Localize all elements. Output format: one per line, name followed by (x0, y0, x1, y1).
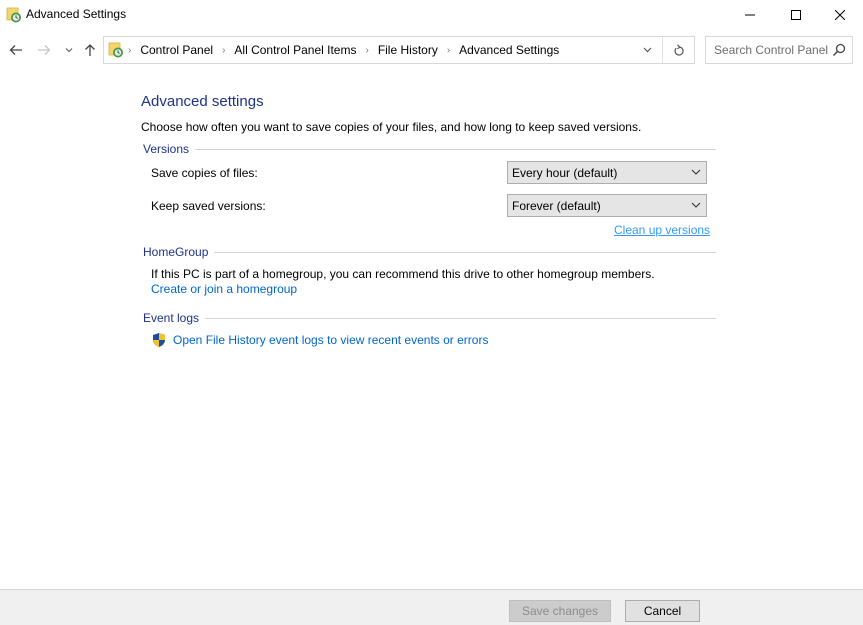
address-bar[interactable]: › Control Panel › All Control Panel Item… (103, 36, 695, 64)
homegroup-group-header: HomeGroup (143, 245, 716, 259)
address-history-button[interactable] (632, 37, 662, 63)
refresh-icon (673, 43, 684, 56)
shield-icon (153, 333, 165, 347)
chevron-right-icon[interactable]: › (222, 45, 225, 56)
save-copies-label: Save copies of files: (151, 166, 258, 180)
file-history-icon (108, 42, 123, 58)
forward-button[interactable] (34, 41, 54, 59)
minimize-icon (745, 14, 755, 16)
breadcrumb-advanced-settings[interactable]: Advanced Settings (459, 43, 559, 57)
keep-versions-value: Forever (default) (512, 199, 601, 213)
save-changes-button[interactable]: Save changes (509, 600, 611, 622)
chevron-down-icon (691, 169, 701, 175)
window-title: Advanced Settings (26, 7, 127, 21)
up-button[interactable] (80, 41, 100, 59)
maximize-icon (791, 10, 801, 20)
breadcrumb-all-control-panel-items[interactable]: All Control Panel Items (234, 43, 356, 57)
chevron-down-icon (691, 202, 701, 208)
close-icon (835, 10, 845, 20)
chevron-right-icon[interactable]: › (365, 45, 368, 56)
maximize-button[interactable] (773, 0, 819, 30)
page-description: Choose how often you want to save copies… (141, 120, 642, 134)
back-button[interactable] (6, 41, 26, 59)
title-bar: Advanced Settings (0, 0, 863, 30)
breadcrumb-control-panel[interactable]: Control Panel (140, 43, 213, 57)
event-logs-group-header: Event logs (143, 311, 716, 325)
clean-up-versions-link[interactable]: Clean up versions (614, 223, 710, 237)
arrow-left-icon (9, 45, 22, 55)
chevron-right-icon: › (128, 44, 132, 56)
breadcrumb: › Control Panel › All Control Panel Item… (128, 43, 568, 57)
file-history-icon (6, 7, 21, 23)
search-box[interactable] (705, 36, 853, 64)
page-title: Advanced settings (141, 93, 264, 110)
homegroup-description: If this PC is part of a homegroup, you c… (151, 267, 655, 281)
arrow-up-icon (85, 44, 95, 56)
event-logs-header-label: Event logs (143, 311, 200, 325)
save-copies-value: Every hour (default) (512, 166, 618, 180)
divider (195, 148, 716, 150)
button-bar: Save changes Cancel (0, 589, 863, 625)
divider (205, 317, 716, 319)
save-copies-dropdown[interactable]: Every hour (default) (507, 161, 707, 184)
arrow-right-icon (38, 45, 51, 55)
navigation-bar: › Control Panel › All Control Panel Item… (0, 34, 863, 66)
chevron-down-icon (643, 47, 651, 53)
open-event-logs-link[interactable]: Open File History event logs to view rec… (173, 333, 488, 347)
keep-versions-dropdown[interactable]: Forever (default) (507, 194, 707, 217)
refresh-button[interactable] (662, 37, 694, 63)
breadcrumb-file-history[interactable]: File History (378, 43, 438, 57)
recent-locations-button[interactable] (62, 41, 76, 59)
search-input[interactable] (706, 37, 830, 63)
chevron-right-icon[interactable]: › (447, 45, 450, 56)
chevron-down-icon (65, 48, 73, 53)
create-join-homegroup-link[interactable]: Create or join a homegroup (151, 282, 297, 296)
versions-header-label: Versions (143, 142, 190, 156)
close-button[interactable] (817, 0, 863, 30)
versions-group-header: Versions (143, 142, 716, 156)
minimize-button[interactable] (727, 0, 773, 30)
cancel-button[interactable]: Cancel (625, 600, 700, 622)
keep-versions-label: Keep saved versions: (151, 199, 266, 213)
homegroup-header-label: HomeGroup (143, 245, 209, 259)
divider (214, 251, 716, 253)
search-icon[interactable] (832, 43, 846, 57)
